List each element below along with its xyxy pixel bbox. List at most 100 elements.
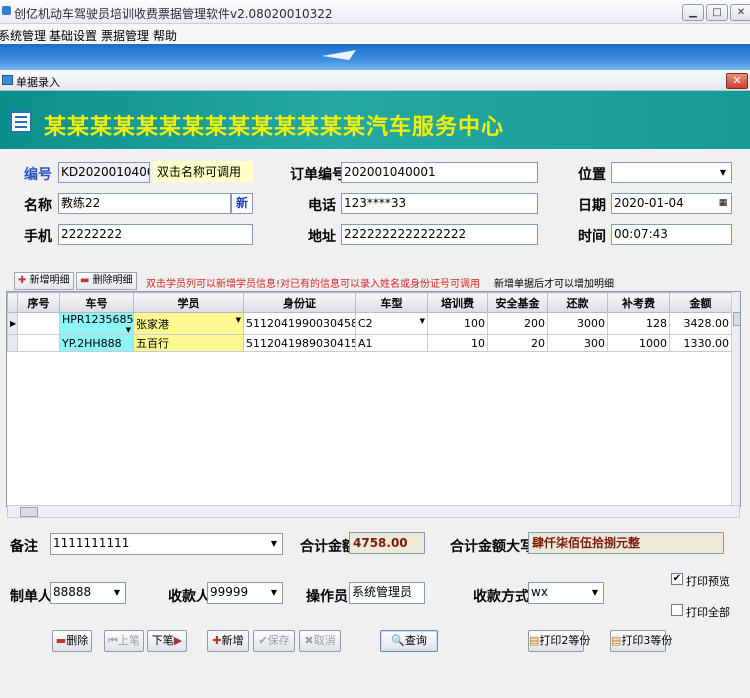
cell-exam[interactable]: 128 [607,312,670,335]
printer-icon: ▤ [611,634,622,647]
date-label: 日期 [578,198,606,214]
remark-select[interactable]: 1111111111 ▼ [50,533,283,555]
menu-basic-settings[interactable]: 基础设置 [49,27,97,44]
col-car-header[interactable]: 车号 [59,292,134,313]
payment-method-select[interactable]: wx ▼ [528,582,604,604]
cell-type[interactable]: A1 [355,334,428,352]
date-picker[interactable]: 2020-01-04 ▦ [611,193,732,214]
minus-icon: ▬ [80,275,90,286]
chevron-down-icon[interactable]: ▼ [587,583,603,602]
scroll-thumb[interactable] [20,507,38,517]
calculator-icon [10,111,32,133]
cell-amount[interactable]: 3428.00 [669,312,732,335]
minimize-button[interactable]: ▁ [682,4,704,21]
cell-no[interactable] [17,312,60,335]
cell-id[interactable]: 511204198903041562 [243,334,356,352]
cell-no[interactable] [17,334,60,352]
chevron-down-icon[interactable]: ▼ [236,316,241,324]
cell-student[interactable]: 张家港 ▼ [133,312,244,335]
col-type-header[interactable]: 车型 [355,292,428,313]
delete-button[interactable]: ▬删除 [52,630,92,652]
cell-student[interactable]: 五百行 [133,334,244,352]
time-field[interactable]: 00:07:43 [611,224,732,245]
col-fund-header[interactable]: 安全基金 [487,292,548,313]
cell-repay[interactable]: 3000 [547,312,608,335]
order-number-field[interactable]: 202001040001 [341,162,538,183]
cell-id[interactable]: 51120419900304581 [243,312,356,335]
print-preview-checkbox[interactable]: ✔ [671,573,683,585]
name-label: 名称 [24,198,52,214]
operator-field[interactable]: 系统管理员 [349,582,425,604]
query-button[interactable]: 🔍查询 [380,630,438,652]
grid-vertical-scrollbar[interactable] [731,292,740,506]
cell-fund[interactable]: 200 [487,312,548,335]
menu-system[interactable]: 系统管理 [0,27,46,44]
cell-repay[interactable]: 300 [547,334,608,352]
cell-type[interactable]: C2 ▼ [355,312,428,335]
name-field[interactable]: 教练22 [58,193,231,214]
col-student-header[interactable]: 学员 [133,292,244,313]
delete-label: 删除 [66,634,89,647]
location-select[interactable]: ▼ [611,162,732,183]
table-row[interactable]: ▶ HPR1235685 ▼ 张家港 ▼ 51120419900304581 C2 ▼… [7,312,732,335]
menu-bill-management[interactable]: 票据管理 [101,27,149,44]
chevron-down-icon[interactable]: ▼ [126,326,131,334]
scroll-thumb[interactable] [733,312,740,326]
menu-help[interactable]: 帮助 [153,27,177,44]
col-id-header[interactable]: 身份证 [243,292,356,313]
app-icon [2,6,11,15]
cell-car[interactable]: YP.2HH888 [59,334,134,352]
col-exam-header[interactable]: 补考费 [607,292,670,313]
add-detail-button[interactable]: ✚ 新增明细 [14,272,74,290]
col-fee-header[interactable]: 培训费 [427,292,488,313]
maximize-button[interactable]: □ [706,4,728,21]
menu-bar: 系统管理 基础设置 票据管理 帮助 [0,24,750,44]
table-row[interactable]: YP.2HH888 五百行 511204198903041562 A1 10 2… [7,334,732,352]
print-3-button[interactable]: ▤打印3等份 [610,630,672,652]
chevron-down-icon[interactable]: ▼ [266,534,282,553]
phone-field[interactable]: 123****33 [341,193,538,214]
add-button[interactable]: ✚新增 [207,630,249,652]
chevron-down-icon[interactable]: ▼ [266,583,282,602]
close-document-button[interactable]: ✕ [726,73,748,89]
document-window-title-bar: 单据录入 [0,70,750,91]
name-hint: 双击名称可调用 [153,161,253,182]
code-field[interactable]: KD202001040001 [58,162,150,183]
grid-horizontal-scrollbar[interactable] [7,505,740,518]
chevron-down-icon[interactable]: ▼ [420,317,425,325]
detail-grid[interactable]: 序号 车号 学员 身份证 车型 培训费 安全基金 还款 补考费 金额 ▶ HPR… [6,291,741,507]
delete-detail-button[interactable]: ▬ 删除明细 [76,272,137,290]
order-label: 订单编号 [290,167,346,183]
save-button[interactable]: ✔保存 [253,630,295,652]
cell-amount[interactable]: 1330.00 [669,334,732,352]
payee-select[interactable]: 99999 ▼ [207,582,283,604]
calendar-icon[interactable]: ▦ [715,194,731,213]
print-all-checkbox[interactable] [671,604,683,616]
row-header-corner [7,292,18,313]
chevron-down-icon[interactable]: ▼ [715,163,731,182]
date-value: 2020-01-04 [614,196,684,210]
mobile-field[interactable]: 22222222 [58,224,253,245]
maker-select[interactable]: 88888 ▼ [50,582,126,604]
col-no-header[interactable]: 序号 [17,292,60,313]
col-repay-header[interactable]: 还款 [547,292,608,313]
cell-exam[interactable]: 1000 [607,334,670,352]
print-2-label: 打印2等份 [539,634,591,647]
previous-record-button[interactable]: ⏮上笔 [104,630,144,652]
close-icon: ✖ [304,634,314,647]
chevron-down-icon[interactable]: ▼ [109,583,125,602]
cell-fund[interactable]: 20 [487,334,548,352]
cancel-button[interactable]: ✖取消 [299,630,341,652]
print-all-label: 打印全部 [686,606,730,619]
cell-fee[interactable]: 100 [427,312,488,335]
col-amount-header[interactable]: 金额 [669,292,732,313]
print-2-button[interactable]: ▤打印2等份 [528,630,590,652]
total-amount-field: 4758.00 [349,532,425,554]
new-name-button[interactable]: 新 [231,193,253,214]
cell-fee[interactable]: 10 [427,334,488,352]
operator-label: 操作员 [306,589,348,605]
close-window-button[interactable]: ✕ [730,4,750,21]
next-record-button[interactable]: 下笔▶ [147,630,187,652]
address-field[interactable]: 2222222222222222 [341,224,538,245]
cell-car[interactable]: HPR1235685 ▼ [59,312,134,335]
